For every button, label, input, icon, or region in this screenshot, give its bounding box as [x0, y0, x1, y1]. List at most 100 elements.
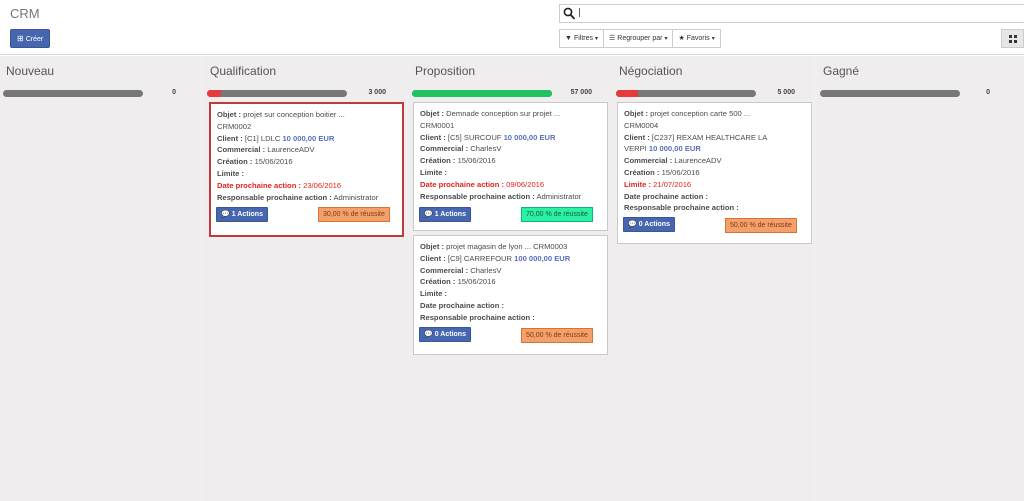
- filters-label: Filtres: [573, 35, 593, 42]
- client-value-line2: VERPI: [624, 144, 647, 154]
- card-amount: 100 000,00 EUR: [514, 253, 571, 263]
- search-input[interactable]: |: [559, 4, 1024, 23]
- favorites-button[interactable]: ★ Favoris ▾: [672, 29, 721, 48]
- objet-value: projet magasin de lyon ... CRM0003: [446, 242, 568, 251]
- client-label: Client :: [420, 132, 446, 142]
- commercial-label: Commercial :: [624, 156, 673, 166]
- column-title[interactable]: Négociation: [619, 64, 682, 78]
- group-by-button[interactable]: ☰ Regrouper par ▾: [603, 29, 674, 48]
- comments-icon: 💬: [424, 211, 433, 218]
- client-label: Client :: [624, 132, 650, 142]
- card-amount: 10 000,00 EUR: [648, 144, 701, 154]
- creation-value: 15/06/2016: [661, 167, 700, 177]
- commercial-value: CharlesV: [470, 265, 502, 275]
- actions-button[interactable]: 💬 1 Actions: [419, 207, 471, 222]
- limite-label: Limite :: [624, 179, 652, 189]
- card-next-action-date: Date prochaine action : 09/06/2016: [420, 179, 601, 191]
- card-next-action-date: Date prochaine action :: [624, 191, 805, 203]
- commercial-label: Commercial :: [217, 145, 266, 155]
- objet-value: Demnade conception sur projet ...: [446, 109, 561, 118]
- actions-button[interactable]: 💬 0 Actions: [623, 217, 675, 232]
- next-action-owner-label: Responsable prochaine action :: [420, 191, 535, 201]
- card-creation: Création : 15/06/2016: [420, 276, 601, 288]
- commercial-value: LaurenceADV: [267, 145, 315, 155]
- create-button-label: Créer: [25, 36, 44, 43]
- column-progress-bar[interactable]: [412, 90, 552, 97]
- success-rate-badge: 50,00 % de réussite: [725, 218, 797, 233]
- comments-icon: 💬: [424, 331, 433, 338]
- breadcrumb[interactable]: CRM: [10, 6, 40, 21]
- search-value: |: [578, 8, 582, 18]
- actions-button[interactable]: 💬 0 Actions: [419, 327, 471, 342]
- search-options: ▼ Filtres ▾ ☰ Regrouper par ▾ ★ Favoris ▾: [559, 29, 721, 48]
- card-commercial: Commercial : CharlesV: [420, 143, 601, 155]
- creation-label: Création :: [420, 156, 456, 166]
- create-button[interactable]: ⊞ Créer: [10, 29, 51, 48]
- column-title[interactable]: Gagné: [823, 64, 859, 78]
- column-amount: 3 000: [368, 89, 386, 96]
- control-panel: CRM ⊞ Créer | ▼ Filtres ▾ ☰ Regrouper par ▾ ★…: [0, 0, 1024, 55]
- card-amount: 10 000,00 EUR: [282, 133, 335, 143]
- card-client: Client : [C5] SURCOUF 10 000,00 EUR: [420, 132, 601, 144]
- column-amount: 57 000: [570, 89, 592, 96]
- opportunity-card[interactable]: Objet : Demnade conception sur projet ..…: [413, 102, 608, 231]
- objet-label: Objet :: [624, 109, 649, 118]
- opportunity-card[interactable]: Objet : projet magasin de lyon ... CRM00…: [413, 235, 608, 355]
- column-title[interactable]: Nouveau: [6, 64, 54, 78]
- card-objet: Objet : projet sur conception boitier ..…: [217, 109, 396, 121]
- kanban-column-gagne: Gagné 0: [817, 56, 1024, 501]
- card-next-action-owner: Responsable prochaine action :: [420, 312, 601, 324]
- th-large-icon: [1009, 35, 1017, 43]
- client-label: Client :: [217, 133, 243, 143]
- limite-label: Limite :: [420, 289, 448, 299]
- column-amount: 0: [172, 89, 176, 96]
- client-value: [C1] LDLC: [244, 133, 281, 143]
- limite-value: 21/07/2016: [653, 179, 692, 189]
- bars-icon: ☰: [609, 35, 616, 42]
- caret-down-icon: ▾: [664, 36, 668, 42]
- card-reference: CRM0001: [420, 120, 455, 130]
- card-next-action-owner: Responsable prochaine action : Administr…: [420, 191, 601, 203]
- next-action-owner-label: Responsable prochaine action :: [624, 203, 739, 213]
- actions-label: 1 Actions: [231, 211, 263, 218]
- objet-label: Objet :: [420, 109, 445, 118]
- next-action-owner-label: Responsable prochaine action :: [420, 312, 535, 322]
- card-commercial: Commercial : CharlesV: [420, 265, 601, 277]
- card-amount: 10 000,00 EUR: [503, 132, 556, 142]
- filter-icon: ▼: [565, 35, 572, 42]
- next-action-date-label: Date prochaine action :: [624, 191, 708, 201]
- commercial-value: CharlesV: [470, 144, 502, 154]
- column-progress-bar[interactable]: [820, 90, 960, 97]
- actions-button[interactable]: 💬 1 Actions: [216, 207, 268, 222]
- column-progress-bar[interactable]: [616, 90, 756, 97]
- card-next-action-date: Date prochaine action :: [420, 300, 601, 312]
- kanban-view-button[interactable]: [1001, 29, 1024, 48]
- card-client: Client : [C1] LDLC 10 000,00 EUR: [217, 133, 396, 145]
- kanban-column-nouveau: Nouveau 0: [0, 56, 199, 501]
- card-commercial: Commercial : LaurenceADV: [217, 144, 396, 156]
- next-action-date-value: 09/06/2016: [506, 179, 545, 189]
- filters-button[interactable]: ▼ Filtres ▾: [559, 29, 605, 48]
- column-progress-bar[interactable]: [3, 90, 143, 97]
- column-title[interactable]: Proposition: [415, 64, 475, 78]
- card-commercial: Commercial : LaurenceADV: [624, 155, 805, 167]
- card-objet: Objet : projet conception carte 500 ...: [624, 108, 805, 120]
- column-title[interactable]: Qualification: [210, 64, 276, 78]
- actions-label: 0 Actions: [434, 331, 466, 338]
- card-next-action-date: Date prochaine action : 23/06/2016: [217, 180, 396, 192]
- card-client: Client : [C9] CARREFOUR 100 000,00 EUR: [420, 253, 601, 265]
- commercial-label: Commercial :: [420, 265, 469, 275]
- next-action-owner-value: Administrator: [333, 192, 379, 202]
- opportunity-card[interactable]: Objet : projet conception carte 500 ... …: [617, 102, 812, 244]
- card-creation: Création : 15/06/2016: [420, 155, 601, 167]
- column-progress-bar[interactable]: [207, 90, 347, 97]
- limite-label: Limite :: [217, 168, 245, 178]
- card-objet: Objet : projet magasin de lyon ... CRM00…: [420, 241, 601, 253]
- creation-value: 15/06/2016: [457, 277, 496, 287]
- card-reference: CRM0004: [624, 120, 659, 130]
- actions-label: 1 Actions: [434, 211, 466, 218]
- opportunity-card[interactable]: Objet : projet sur conception boitier ..…: [209, 102, 404, 237]
- next-action-owner-value: Administrator: [536, 191, 582, 201]
- commercial-label: Commercial :: [420, 144, 469, 154]
- success-rate-badge: 70,00 % de réussite: [521, 207, 593, 222]
